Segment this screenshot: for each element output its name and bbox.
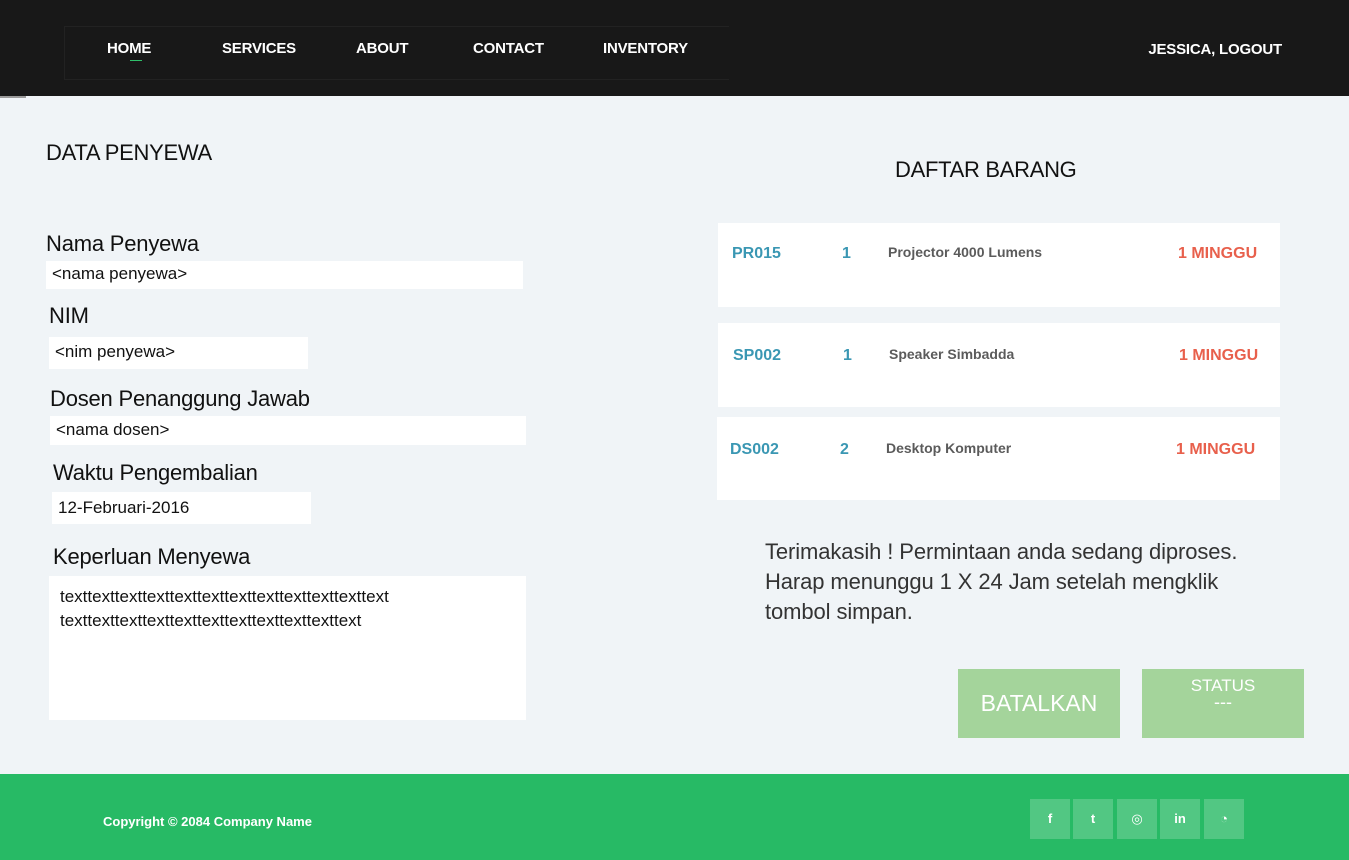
list-item: SP002 1 Speaker Simbadda 1 MINGGU: [718, 323, 1280, 407]
nim-label: NIM: [49, 303, 89, 328]
facebook-icon[interactable]: f: [1030, 799, 1070, 839]
item-code: SP002: [733, 347, 782, 364]
nav-active-indicator: [130, 60, 142, 61]
item-duration: 1 MINGGU: [1176, 441, 1256, 458]
status-value: ---: [1214, 692, 1232, 712]
purpose-text-line: texttexttexttexttexttexttexttexttexttext…: [60, 611, 362, 630]
purpose-label: Keperluan Menyewa: [53, 544, 251, 569]
nav-about[interactable]: ABOUT: [356, 40, 409, 57]
nav-contact[interactable]: CONTACT: [473, 40, 544, 57]
lecturer-field[interactable]: <nama dosen>: [50, 416, 526, 445]
message-line: Terimakasih ! Permintaan anda sedang dip…: [765, 539, 1238, 564]
return-date-label: Waktu Pengembalian: [53, 460, 258, 485]
copyright-text: Copyright © 2084 Company Name: [103, 814, 312, 829]
cancel-button[interactable]: BATALKAN: [958, 669, 1120, 738]
rss-icon[interactable]: ◔: [1204, 799, 1244, 839]
footer: Copyright © 2084 Company Name f t ◎ in ◔: [0, 774, 1349, 860]
item-duration: 1 MINGGU: [1179, 347, 1259, 364]
status-button[interactable]: STATUS ---: [1142, 669, 1304, 738]
purpose-text-line: texttexttexttexttexttexttexttexttexttext…: [60, 587, 389, 606]
item-quantity: 1: [842, 245, 851, 262]
lecturer-label: Dosen Penanggung Jawab: [50, 386, 310, 411]
form-title: DATA PENYEWA: [46, 140, 212, 165]
user-logout-link[interactable]: JESSICA, LOGOUT: [1148, 41, 1282, 58]
item-code: PR015: [732, 245, 781, 262]
nav-services[interactable]: SERVICES: [222, 40, 296, 57]
linkedin-icon[interactable]: in: [1160, 799, 1200, 839]
message-line: Harap menunggu 1 X 24 Jam setelah mengkl…: [765, 569, 1219, 594]
item-name: Projector 4000 Lumens: [888, 244, 1043, 260]
list-item: PR015 1 Projector 4000 Lumens 1 MINGGU: [718, 223, 1280, 307]
item-name: Speaker Simbadda: [889, 346, 1015, 362]
item-code: DS002: [730, 441, 779, 458]
twitter-icon[interactable]: t: [1073, 799, 1113, 839]
nav-home[interactable]: HOME: [107, 40, 151, 57]
instagram-icon[interactable]: ◎: [1117, 799, 1157, 839]
nav-inventory[interactable]: INVENTORY: [603, 40, 688, 57]
name-field[interactable]: <nama penyewa>: [46, 261, 523, 289]
item-quantity: 1: [843, 347, 852, 364]
list-item: DS002 2 Desktop Komputer 1 MINGGU: [717, 417, 1280, 500]
divider: [0, 96, 26, 98]
return-date-field[interactable]: 12-Februari-2016: [52, 492, 311, 524]
item-quantity: 2: [840, 441, 849, 458]
purpose-textarea[interactable]: texttexttexttexttexttexttexttexttexttext…: [49, 576, 526, 720]
items-title: DAFTAR BARANG: [895, 157, 1077, 182]
message-line: tombol simpan.: [765, 599, 913, 624]
item-duration: 1 MINGGU: [1178, 245, 1258, 262]
name-label: Nama Penyewa: [46, 231, 199, 256]
top-navbar: HOME SERVICES ABOUT CONTACT INVENTORY JE…: [0, 0, 1349, 96]
item-name: Desktop Komputer: [886, 440, 1012, 456]
confirmation-message: Terimakasih ! Permintaan anda sedang dip…: [765, 537, 1305, 627]
nim-field[interactable]: <nim penyewa>: [49, 337, 308, 369]
